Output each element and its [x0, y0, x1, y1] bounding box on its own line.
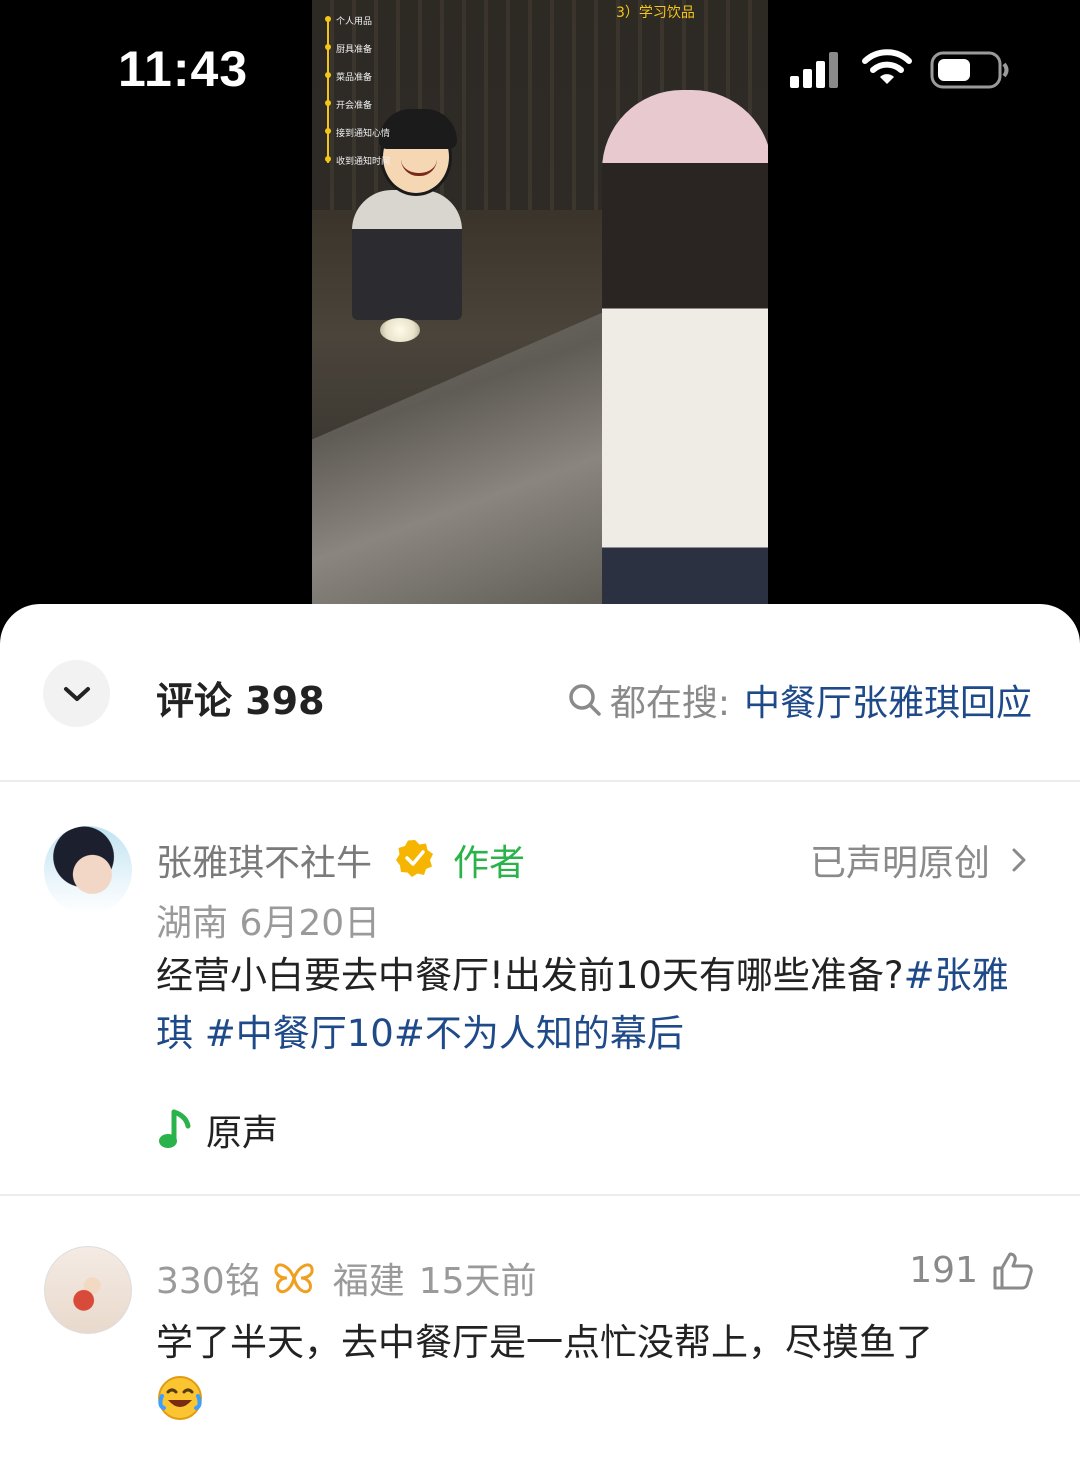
thumbs-up-icon [993, 1252, 1033, 1289]
original-sound-link[interactable]: 原声 [156, 1104, 278, 1156]
original-declared-link[interactable]: 已声明原创 [810, 834, 1034, 886]
commenter-avatar[interactable] [44, 1246, 132, 1334]
original-declared-label: 已声明原创 [809, 843, 990, 884]
author-post: 张雅琪不社牛 作者 已声明原创 湖南 6月20日 经营小白要去中餐厅!出发前10… [0, 784, 1080, 1196]
trending-prefix: 都在搜: [609, 683, 730, 724]
video-menu-item: 开会准备 [324, 90, 424, 118]
video-candle [380, 318, 420, 342]
comment-time: 15天前 [418, 1261, 537, 1302]
video-menu-item: 收到通知时间 [324, 146, 424, 174]
chevron-right-icon [1012, 848, 1026, 872]
search-icon [569, 684, 601, 716]
comment-header: 评论 398 都在搜: 中餐厅张雅琪回应 [0, 604, 1080, 782]
hashtag-link[interactable]: #中餐厅10 [205, 1012, 394, 1055]
video-menu-item: 菜品准备 [324, 62, 424, 90]
author-name[interactable]: 张雅琪不社牛 [156, 834, 372, 886]
trending-search-link[interactable]: 都在搜: 中餐厅张雅琪回应 [568, 674, 1032, 726]
chevron-down-icon [63, 686, 90, 701]
commenter-name[interactable]: 330铭 [156, 1252, 261, 1304]
collapse-button[interactable] [43, 660, 110, 727]
video-step-label: 3）学习饮品 [616, 5, 695, 21]
video-menu-item: 接到通知心情 [324, 118, 424, 146]
comment-text: 学了半天，去中餐厅是一点忙没帮上，尽摸鱼了 [156, 1321, 933, 1364]
comment-meta: 330铭 福建 15天前 [156, 1252, 537, 1304]
video-waiter [352, 190, 462, 320]
video-frame[interactable]: 个人用品 厨具准备 菜品准备 开会准备 接到通知心情 收到通知时间 3）学习饮品 [312, 0, 768, 610]
like-count: 191 [909, 1250, 978, 1291]
video-menu-item: 厨具准备 [324, 34, 424, 62]
video-player[interactable]: 个人用品 厨具准备 菜品准备 开会准备 接到通知心情 收到通知时间 3）学习饮品 [0, 0, 1080, 610]
post-text-plain: 经营小白要去中餐厅!出发前10天有哪些准备? [156, 954, 904, 997]
crying-laughing-emoji-icon [158, 1376, 202, 1420]
video-person [602, 90, 768, 610]
verified-badge-icon [396, 840, 433, 877]
author-avatar[interactable] [44, 826, 132, 914]
post-location-date: 湖南 6月20日 [156, 903, 381, 944]
comment-sheet: 评论 398 都在搜: 中餐厅张雅琪回应 张雅琪不社牛 作者 已声明原创 湖南 … [0, 604, 1080, 1473]
trending-term[interactable]: 中餐厅张雅琪回应 [744, 674, 1032, 726]
video-overlay-menu: 个人用品 厨具准备 菜品准备 开会准备 接到通知心情 收到通知时间 [324, 6, 424, 174]
butterfly-badge-icon [274, 1263, 314, 1294]
post-text: 经营小白要去中餐厅!出发前10天有哪些准备?#张雅琪 #中餐厅10#不为人知的幕… [156, 947, 1026, 1063]
hashtag-link[interactable]: #不为人知的幕后 [394, 1012, 684, 1055]
comment-item: 330铭 福建 15天前 191 学了半天，去中餐厅是一点忙没帮上，尽摸鱼了 [0, 1200, 1080, 1473]
like-button[interactable]: 191 [909, 1250, 1034, 1291]
sound-label: 原声 [206, 1113, 279, 1154]
comment-location: 福建 [332, 1261, 405, 1302]
author-tag: 作者 [453, 843, 526, 884]
music-note-icon [159, 1109, 191, 1148]
comment-count-title: 评论 398 [156, 679, 325, 723]
video-menu-item: 个人用品 [324, 6, 424, 34]
